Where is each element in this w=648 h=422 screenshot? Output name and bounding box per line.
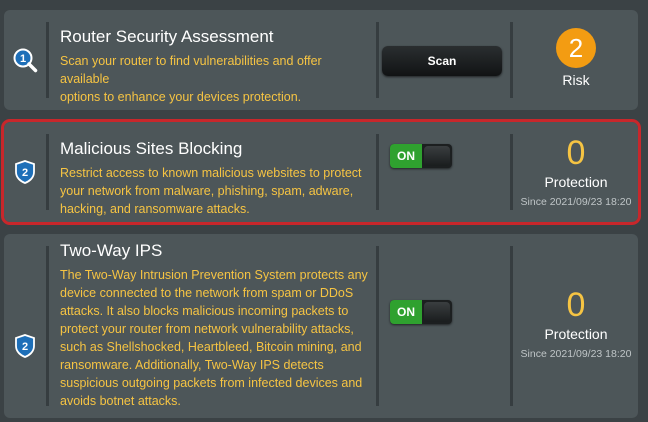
- router-security-assessment-card: 1 Router Security Assessment Scan your r…: [4, 10, 638, 110]
- card-title: Two-Way IPS: [60, 241, 163, 260]
- risk-label: Risk: [562, 72, 590, 88]
- risk-count-badge: 2: [556, 28, 596, 68]
- toggle-on-label: ON: [390, 300, 422, 324]
- card-description: Restrict access to known malicious websi…: [60, 166, 362, 216]
- two-way-ips-toggle[interactable]: ON: [390, 300, 452, 324]
- card-description: Scan your router to find vulnerabilities…: [60, 54, 322, 104]
- card-description: The Two-Way Intrusion Prevention System …: [60, 268, 368, 408]
- protection-count: 0: [566, 134, 586, 172]
- toggle-knob: [424, 302, 450, 322]
- badge-number: 1: [20, 53, 26, 65]
- protection-label: Protection: [544, 174, 608, 190]
- since-timestamp: Since 2021/09/23 18:20: [520, 196, 632, 208]
- shield-badge-icon: 2: [15, 160, 35, 184]
- protection-label: Protection: [544, 326, 608, 342]
- magnifier-badge-icon: 1: [13, 48, 38, 73]
- since-timestamp: Since 2021/09/23 18:20: [520, 348, 632, 360]
- toggle-knob: [424, 146, 450, 166]
- badge-number: 2: [22, 167, 28, 179]
- protection-count: 0: [566, 286, 586, 324]
- malicious-sites-blocking-card: 2 Malicious Sites Blocking Restrict acce…: [1, 119, 641, 225]
- card-title: Malicious Sites Blocking: [60, 139, 243, 158]
- toggle-on-label: ON: [390, 144, 422, 168]
- two-way-ips-card: 2 Two-Way IPS The Two-Way Intrusion Prev…: [4, 234, 638, 418]
- shield-badge-icon: 2: [15, 334, 35, 358]
- card-title: Router Security Assessment: [60, 27, 274, 46]
- badge-number: 2: [22, 341, 28, 353]
- scan-button[interactable]: Scan: [382, 46, 502, 76]
- malicious-sites-toggle[interactable]: ON: [390, 144, 452, 168]
